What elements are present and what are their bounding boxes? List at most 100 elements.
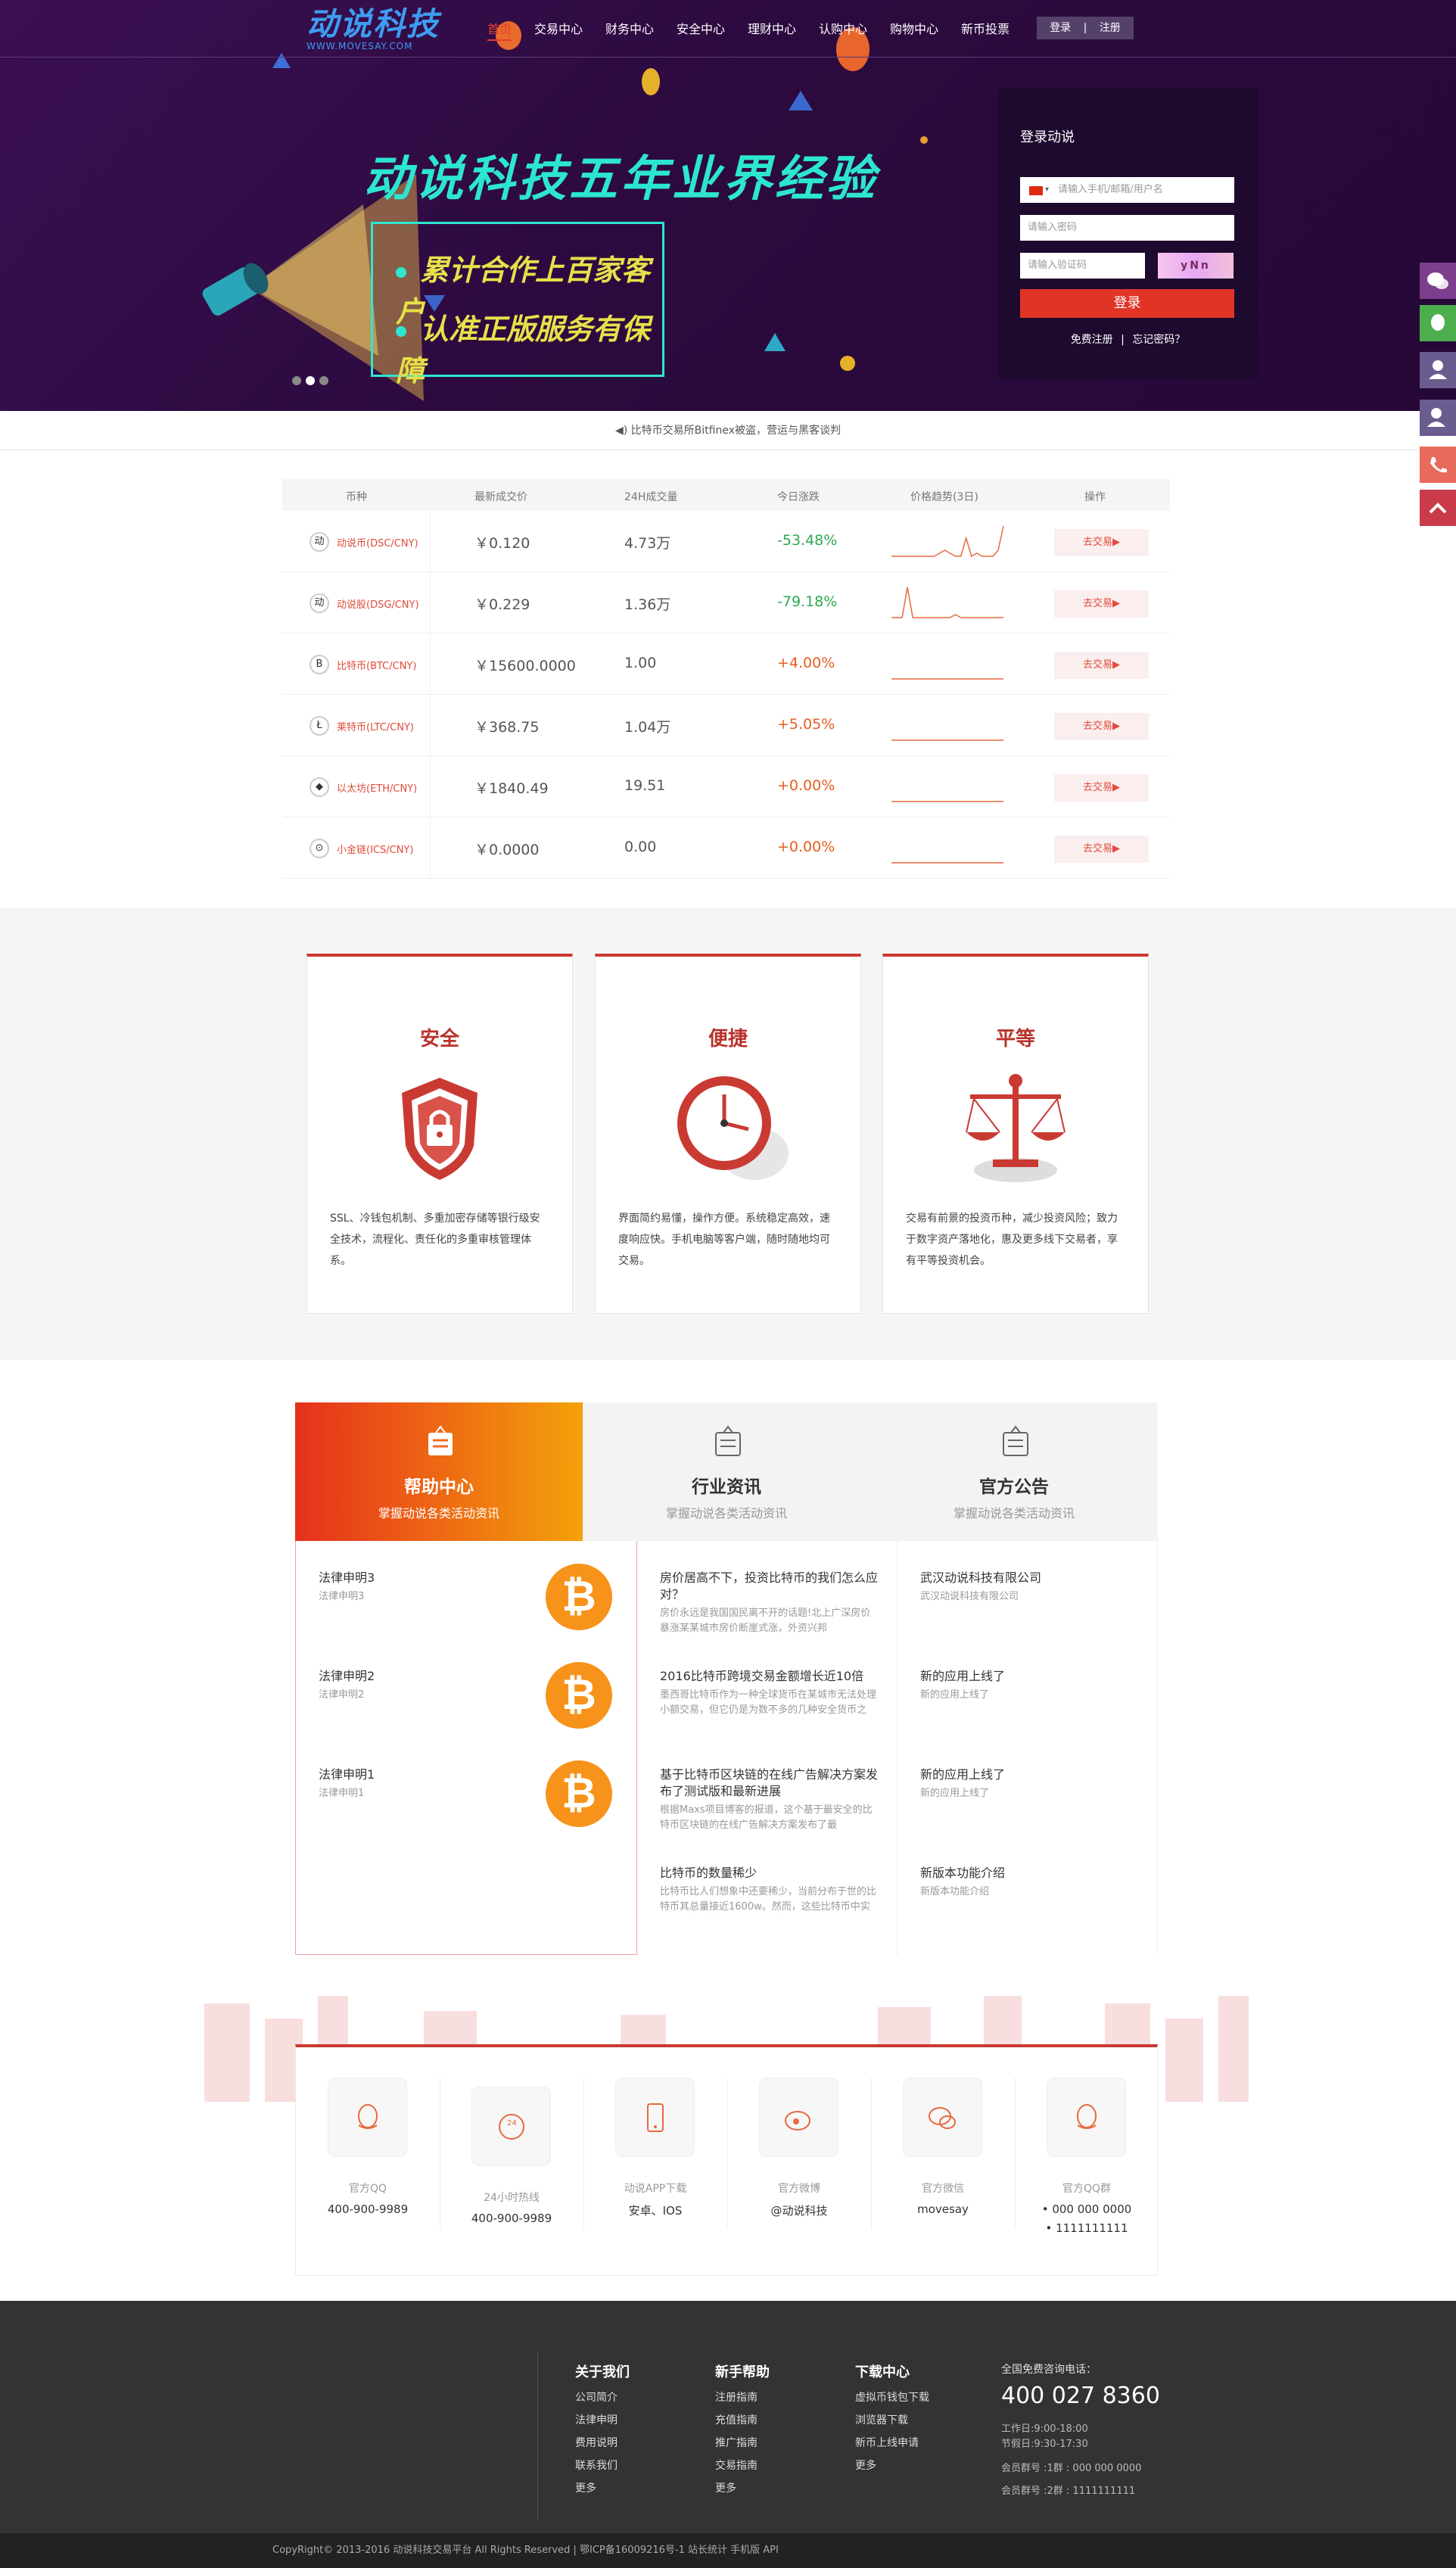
carousel-dot[interactable]: [292, 376, 301, 385]
footer-link[interactable]: 虚拟币钱包下载: [855, 2389, 929, 2405]
list-item[interactable]: 比特币的数量稀少 比特币比人们想象中还要稀少，当前分布于世的比特币其总量接近160…: [660, 1865, 879, 1916]
industry-news-list: 房价居高不下，投资比特币的我们怎么应对？ 房价永远是我国国民离不开的话题!北上广深…: [637, 1541, 898, 1955]
triangle-decor: [764, 333, 786, 351]
list-item[interactable]: 2016比特币跨境交易金额增长近10倍 墨西哥比特币作为一种全球货币在某城市无法处…: [660, 1668, 879, 1720]
back-to-top-button[interactable]: [1420, 490, 1456, 526]
bitcoin-icon: ₿: [546, 1760, 612, 1827]
footer-link[interactable]: 更多: [715, 2480, 736, 2495]
footer-link[interactable]: 费用说明: [575, 2435, 618, 2450]
contact-icon-box[interactable]: 24: [471, 2087, 551, 2166]
coin-name[interactable]: 动说币(DSC/CNY): [337, 535, 418, 549]
trade-button[interactable]: 去交易▶: [1054, 713, 1149, 740]
footer-link[interactable]: 公司简介: [575, 2389, 618, 2405]
column-divider: [430, 633, 431, 694]
footer-link[interactable]: 推广指南: [715, 2435, 758, 2450]
chevron-down-icon[interactable]: ▾: [1045, 185, 1049, 194]
contact-value: • 000 000 0000: [1041, 2202, 1132, 2216]
coin-icon: 动: [310, 532, 329, 552]
trade-button[interactable]: 去交易▶: [1054, 836, 1149, 863]
coin-volume: 1.36万: [624, 596, 671, 613]
list-item[interactable]: 法律申明2 法律申明2: [319, 1668, 538, 1703]
nav-security-center[interactable]: 安全中心: [677, 18, 725, 41]
contact-icon-box[interactable]: [903, 2078, 982, 2157]
phone-float-button[interactable]: [1420, 447, 1456, 483]
notice-text[interactable]: 比特币交易所Bitfinex被盗，营运与黑客谈判: [631, 425, 841, 437]
footer-link[interactable]: 交易指南: [715, 2457, 758, 2473]
column-divider: [430, 817, 431, 878]
password-input[interactable]: 请输入密码: [1020, 215, 1234, 241]
footer-link[interactable]: 浏览器下载: [855, 2412, 908, 2427]
trade-button[interactable]: 去交易▶: [1054, 774, 1149, 802]
price-trend-sparkline: [891, 525, 1004, 558]
coin-name[interactable]: 动说股(DSG/CNY): [337, 596, 419, 611]
hero-banner: 动说科技 WWW.MOVESAY.COM 首页 交易中心 财务中心 安全中心 理…: [0, 0, 1456, 411]
nav-coin-vote[interactable]: 新币投票: [961, 18, 1010, 41]
customer-service-float-button[interactable]: [1420, 352, 1456, 388]
nav-wealth-center[interactable]: 理财中心: [748, 18, 796, 41]
contact-icon-box[interactable]: [1047, 2078, 1126, 2157]
nav-home[interactable]: 首页: [487, 18, 512, 41]
wechat-float-button[interactable]: [1420, 263, 1456, 299]
footer-link[interactable]: 充值指南: [715, 2412, 758, 2427]
carousel-dot[interactable]: [319, 376, 328, 385]
column-divider: [430, 572, 431, 633]
trade-button[interactable]: 去交易▶: [1054, 529, 1149, 556]
login-link[interactable]: 登录: [1050, 22, 1071, 34]
contact-value: @动说科技: [770, 2204, 828, 2218]
username-input[interactable]: 请输入手机/邮箱/用户名: [1020, 177, 1234, 203]
forgot-password-link[interactable]: 忘记密码？: [1132, 334, 1185, 346]
carousel-dot-active[interactable]: [306, 376, 315, 385]
nav-subscribe-center[interactable]: 认购中心: [819, 18, 867, 41]
contact-icon-box[interactable]: [615, 2078, 695, 2157]
trade-button[interactable]: 去交易▶: [1054, 652, 1149, 679]
triangle-decor: [789, 91, 813, 111]
price-trend-sparkline: [891, 862, 1003, 864]
nav-finance-center[interactable]: 财务中心: [605, 18, 654, 41]
tab-industry-news[interactable]: 行业资讯 掌握动说各类活动资讯: [583, 1402, 870, 1541]
coin-name[interactable]: 以太坊(ETH/CNY): [337, 780, 417, 795]
footer-link[interactable]: 联系我们: [575, 2457, 618, 2473]
list-item[interactable]: 法律申明3 法律申明3: [319, 1570, 538, 1605]
contact-icon-box[interactable]: [328, 2078, 407, 2157]
coin-name[interactable]: 小金链(ICS/CNY): [337, 842, 413, 856]
contact-value: movesay: [917, 2202, 969, 2216]
captcha-image[interactable]: yNn: [1158, 253, 1234, 279]
footer-link[interactable]: 注册指南: [715, 2389, 758, 2405]
register-link[interactable]: 注册: [1100, 22, 1121, 34]
tab-announcements[interactable]: 官方公告 掌握动说各类活动资讯: [870, 1402, 1158, 1541]
nav-shopping-center[interactable]: 购物中心: [890, 18, 938, 41]
list-item[interactable]: 法律申明1 法律申明1: [319, 1766, 538, 1801]
coin-name[interactable]: 莱特币(LTC/CNY): [337, 719, 414, 733]
logo[interactable]: 动说科技 WWW.MOVESAY.COM: [306, 5, 450, 52]
footer-link[interactable]: 更多: [575, 2480, 596, 2495]
footer-col-title: 下载中心: [855, 2364, 910, 2380]
users-float-button[interactable]: [1420, 400, 1456, 436]
logo-text: 动说科技: [306, 5, 440, 42]
contact-label: 官方微博: [778, 2183, 820, 2195]
coin-volume: 0.00: [624, 839, 657, 855]
contact-section: 官方QQ 400-900-9989 24 24小时热线 400-900-9989…: [0, 1996, 1456, 2301]
trade-button[interactable]: 去交易▶: [1054, 590, 1149, 618]
free-register-link[interactable]: 免费注册: [1071, 334, 1113, 346]
login-button[interactable]: 登录: [1020, 289, 1234, 318]
list-item[interactable]: 新的应用上线了 新的应用上线了: [920, 1766, 1140, 1801]
contact-icon-box[interactable]: [759, 2078, 838, 2157]
china-flag-icon[interactable]: [1029, 186, 1043, 195]
coin-name[interactable]: 比特币(BTC/CNY): [337, 658, 416, 672]
list-item[interactable]: 武汉动说科技有限公司 武汉动说科技有限公司: [920, 1570, 1140, 1605]
tab-help-center[interactable]: 帮助中心 掌握动说各类活动资讯: [295, 1402, 583, 1541]
footer-link[interactable]: 新币上线申请: [855, 2435, 919, 2450]
list-item[interactable]: 新版本功能介绍 新版本功能介绍: [920, 1865, 1140, 1900]
qq-float-button[interactable]: [1420, 305, 1456, 341]
nav-trade-center[interactable]: 交易中心: [534, 18, 583, 41]
feature-title: 平等: [995, 1028, 1035, 1051]
list-item[interactable]: 房价居高不下，投资比特币的我们怎么应对？ 房价永远是我国国民离不开的话题!北上广深…: [660, 1570, 879, 1636]
list-item[interactable]: 基于比特币区块链的在线广告解决方案发布了测试版和最新进展 根据Maxs项目博客的报…: [660, 1766, 879, 1833]
captcha-input[interactable]: 请输入验证码: [1020, 253, 1145, 279]
gold-coin-icon: [840, 356, 855, 371]
footer-link[interactable]: 更多: [855, 2457, 876, 2473]
footer-link[interactable]: 法律申明: [575, 2412, 618, 2427]
list-item[interactable]: 新的应用上线了 新的应用上线了: [920, 1668, 1140, 1703]
announcement-list: 武汉动说科技有限公司 武汉动说科技有限公司 新的应用上线了 新的应用上线了 新的应用…: [898, 1541, 1158, 1955]
banner-bullet-box: 累计合作上百家客户 认准正版服务有保障: [371, 222, 664, 388]
